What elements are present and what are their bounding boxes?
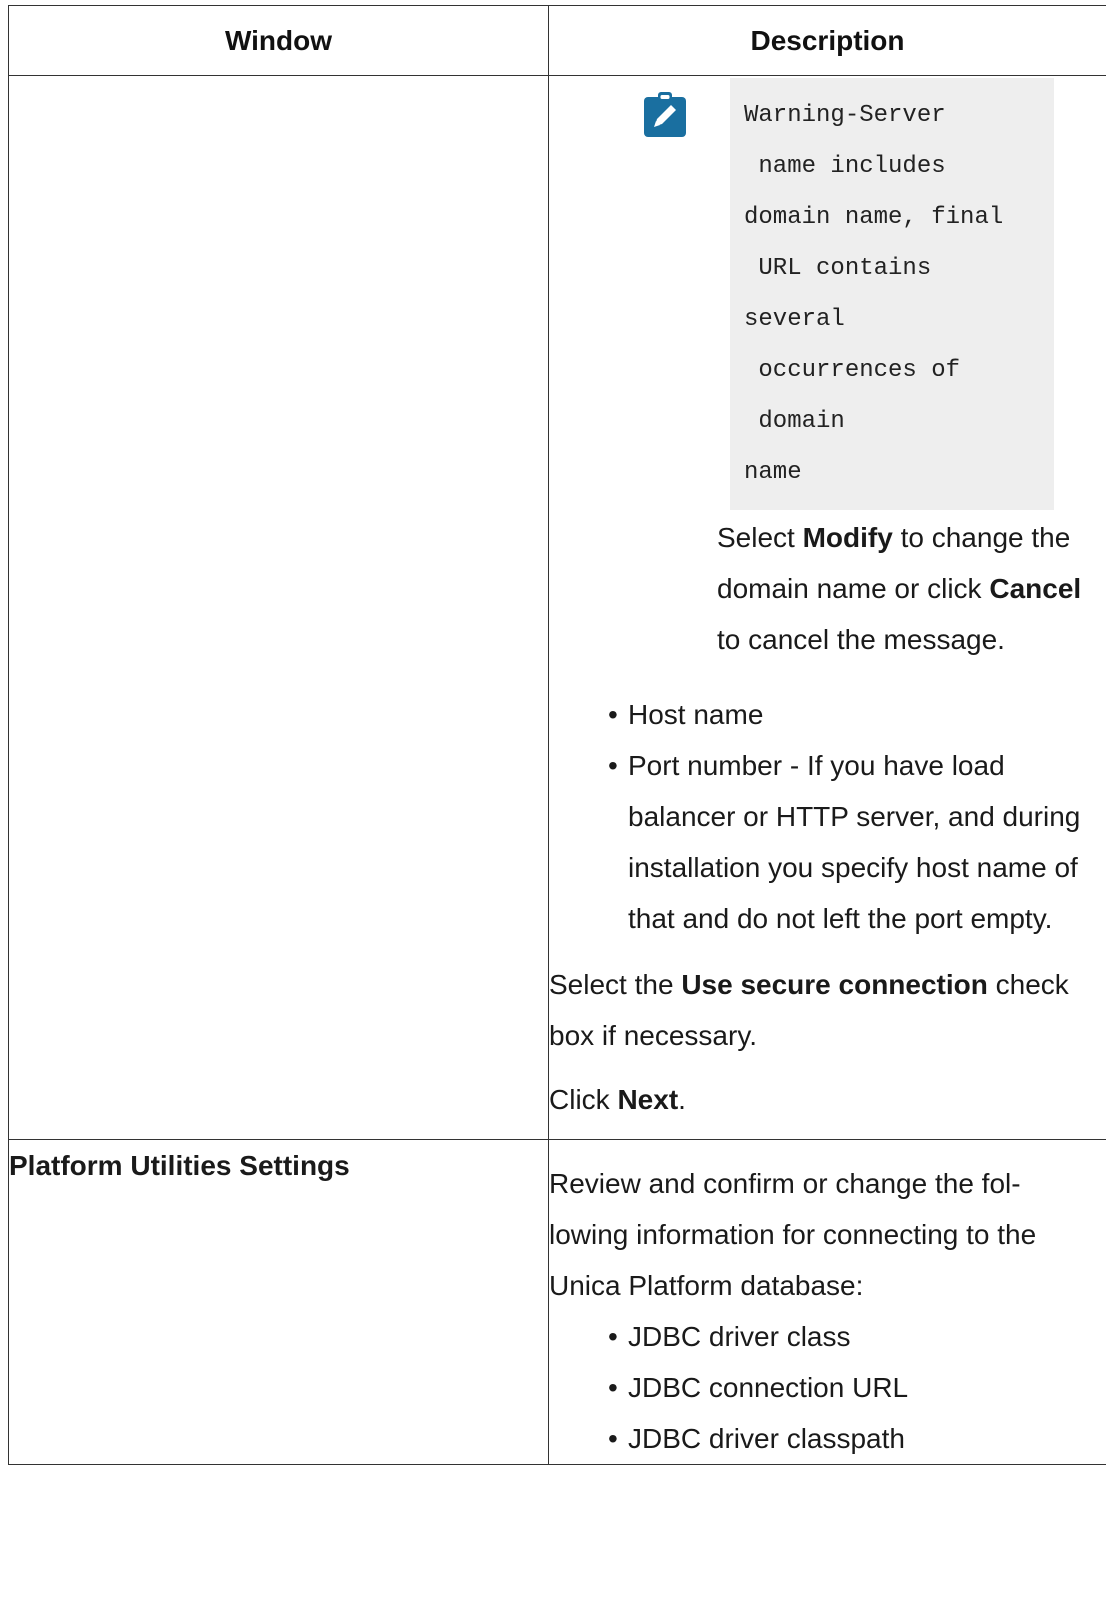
settings-table: Window Description Warning-Server name i… xyxy=(8,5,1106,1465)
window-cell-platform-utilities: Platform Utilities Settings xyxy=(8,1139,549,1465)
code-line: domain name, final xyxy=(744,204,1004,231)
list-item: JDBC driver classpath xyxy=(608,1413,1098,1464)
code-line: domain xyxy=(744,408,845,435)
code-line: name xyxy=(744,459,802,486)
modify-instruction: Select Modify to change the domain name … xyxy=(717,522,1082,655)
table-row: Warning-Server name includes domain name… xyxy=(8,75,1106,1140)
list-item: JDBC driver class xyxy=(608,1311,1098,1362)
window-cell-empty xyxy=(8,75,549,1140)
secure-connection-instruction: Select the Use secure connection check b… xyxy=(549,969,1069,1051)
warning-code-block: Warning-Server name includes domain name… xyxy=(730,78,1054,510)
description-cell: Warning-Server name includes domain name… xyxy=(548,75,1106,1140)
code-line: several xyxy=(744,306,845,333)
next-label: Next xyxy=(617,1084,679,1115)
code-line: name includes xyxy=(744,153,946,180)
table-row: Platform Utilities Settings Review and c… xyxy=(8,1139,1106,1465)
header-description: Description xyxy=(548,5,1106,76)
platform-intro-text: Review and confirm or change the fol-low… xyxy=(549,1168,1037,1301)
secure-connection-label: Use secure connection xyxy=(681,969,988,1000)
list-item: Port number - If you have load balancer … xyxy=(608,740,1106,944)
next-instruction: Click Next. xyxy=(549,1084,686,1115)
cancel-label: Cancel xyxy=(989,573,1082,604)
connection-field-list: Host name Port number - If you have load… xyxy=(549,689,1106,944)
jdbc-field-list: JDBC driver class JDBC connection URL JD… xyxy=(549,1311,1098,1464)
modify-label: Modify xyxy=(802,522,893,553)
code-line: Warning-Server xyxy=(744,102,946,129)
note-pencil-icon xyxy=(644,92,686,137)
header-window: Window xyxy=(8,5,549,76)
description-cell: Review and confirm or change the fol-low… xyxy=(548,1139,1106,1465)
code-line: occurrences of xyxy=(744,357,961,384)
list-item: JDBC connection URL xyxy=(608,1362,1098,1413)
list-item: Host name xyxy=(608,689,1106,740)
note-block: Warning-Server name includes domain name… xyxy=(549,76,1106,512)
code-line: URL contains xyxy=(744,255,932,282)
table-header-row: Window Description xyxy=(8,5,1106,76)
